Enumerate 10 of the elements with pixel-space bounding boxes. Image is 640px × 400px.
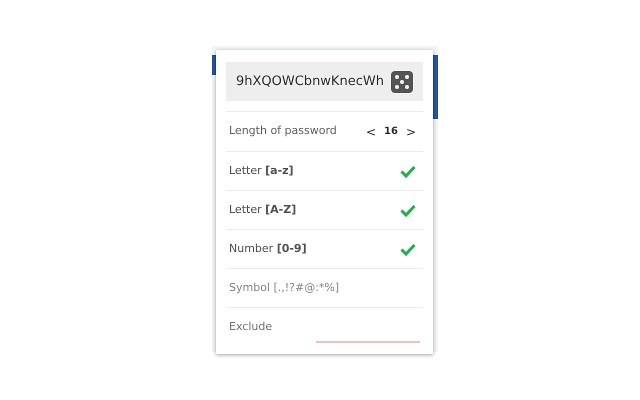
- option-label[interactable]: Number [0-9]: [229, 240, 307, 258]
- option-label[interactable]: Symbol [.,!?#@:*%]: [229, 280, 340, 296]
- option-label[interactable]: Letter [a-z]: [229, 162, 294, 180]
- length-label: Length of password: [229, 123, 337, 140]
- password-text: 9hXQOWCbnwKnecWh: [236, 72, 384, 91]
- decrease-button[interactable]: <: [366, 122, 376, 140]
- option-label[interactable]: Letter [A-Z]: [229, 202, 296, 218]
- increase-button[interactable]: >: [406, 122, 416, 140]
- exclude-label: Exclude: [229, 318, 272, 335]
- length-value: 16: [384, 125, 398, 139]
